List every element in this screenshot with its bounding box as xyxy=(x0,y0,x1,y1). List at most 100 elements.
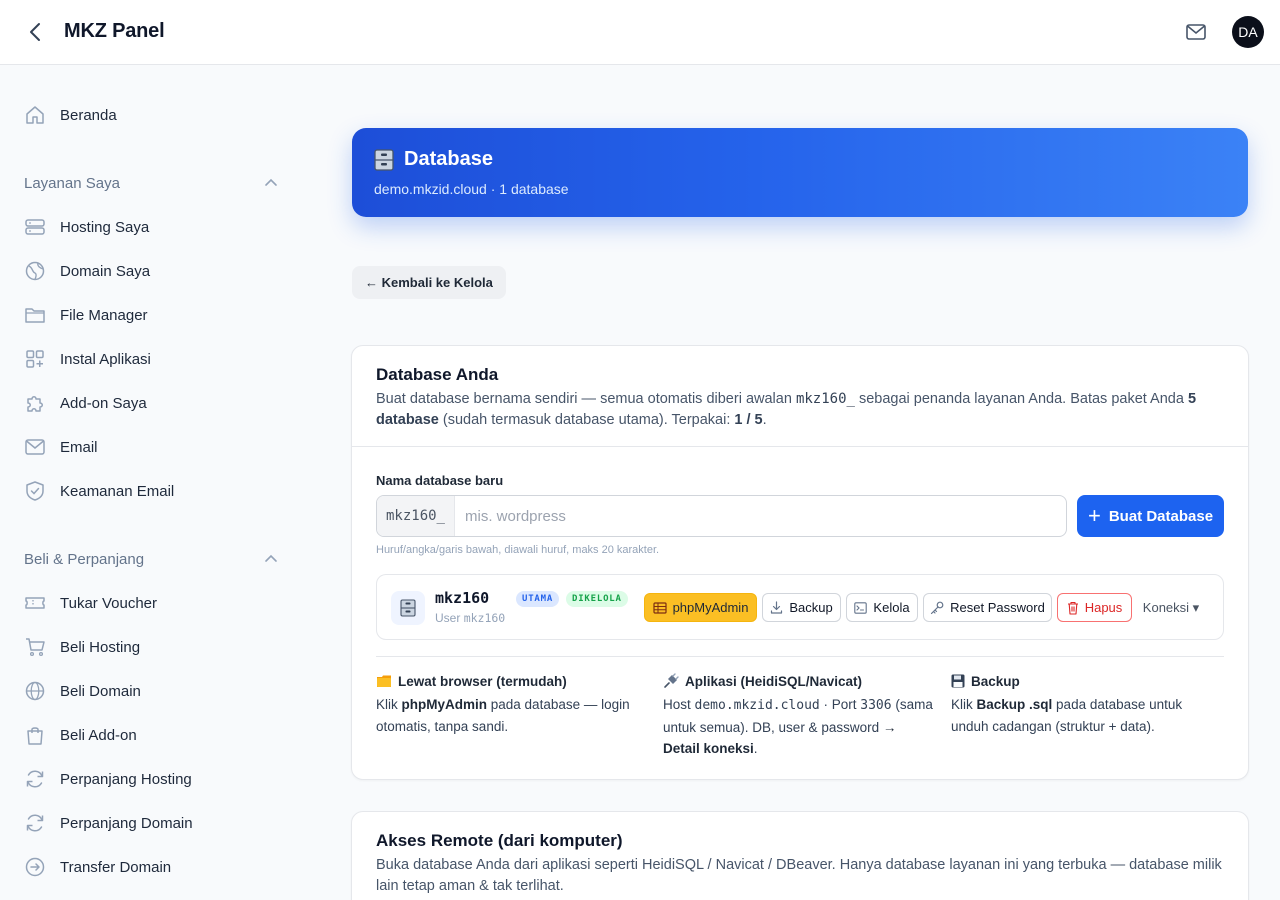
sidebar-item-addon-saya[interactable]: Add-on Saya xyxy=(24,390,147,416)
reset-password-button[interactable]: Reset Password xyxy=(923,593,1052,622)
database-user: User mkz160 xyxy=(435,611,505,625)
connection-dropdown[interactable]: Koneksi ▾ xyxy=(1139,593,1203,622)
desc-prefix: mkz160_ xyxy=(795,391,855,407)
tip-strong: phpMyAdmin xyxy=(401,697,488,712)
sidebar-item-label: Beranda xyxy=(60,106,117,124)
sidebar-item-beli-addon[interactable]: Beli Add-on xyxy=(24,722,137,748)
section-label: Beli & Perpanjang xyxy=(24,550,145,568)
page-title-row: Database xyxy=(374,148,493,171)
sidebar-item-label: Instal Aplikasi xyxy=(60,350,151,368)
chevron-up-icon xyxy=(264,554,278,564)
puzzle-icon xyxy=(24,392,46,414)
sidebar-item-file-manager[interactable]: File Manager xyxy=(24,302,148,328)
tip-text: Klik xyxy=(376,697,402,712)
button-label: Kelola xyxy=(873,600,910,615)
database-name: mkz160 xyxy=(435,589,490,607)
tip-host: demo.mkzid.cloud xyxy=(694,698,820,713)
sidebar-item-label: Hosting Saya xyxy=(60,218,150,236)
shopping-bag-icon xyxy=(24,724,46,746)
sidebar-item-label: Beli Hosting xyxy=(60,638,141,656)
globe-icon xyxy=(24,680,46,702)
cart-icon xyxy=(24,636,46,658)
sidebar-item-beli-hosting[interactable]: Beli Hosting xyxy=(24,634,140,660)
arrow-circle-right-icon xyxy=(24,856,46,878)
avatar[interactable]: DA xyxy=(1232,16,1264,48)
mail-icon[interactable] xyxy=(1185,22,1207,42)
folder-icon xyxy=(24,304,46,326)
tip-text: Host xyxy=(663,697,695,712)
ticket-icon xyxy=(24,592,46,614)
shield-check-icon xyxy=(24,480,46,502)
desc-text: Buat database bernama sendiri — semua ot… xyxy=(376,391,796,407)
button-label: phpMyAdmin xyxy=(672,600,749,615)
sidebar-item-label: Transfer Domain xyxy=(60,858,172,876)
card-title: Akses Remote (dari komputer) xyxy=(376,831,623,850)
sidebar-item-keamanan-email[interactable]: Keamanan Email xyxy=(24,478,174,504)
app-title: MKZ Panel xyxy=(64,20,165,42)
badge-managed: DIKELOLA xyxy=(566,591,628,607)
refresh-icon xyxy=(24,768,46,790)
section-layanan-saya[interactable]: Layanan Saya xyxy=(24,172,278,194)
tip-browser: Lewat browser (termudah) Klik phpMyAdmin… xyxy=(376,672,646,737)
page-title: Database xyxy=(404,148,493,170)
tip-backup: Backup Klik Backup .sql pada database un… xyxy=(951,672,1221,737)
sidebar-item-tukar-voucher[interactable]: Tukar Voucher xyxy=(24,590,157,616)
page-header-banner: Database demo.mkzid.cloud · 1 database xyxy=(352,128,1248,217)
backup-button[interactable]: Backup xyxy=(762,593,841,622)
tip-title-text: Aplikasi (HeidiSQL/Navicat) xyxy=(685,673,863,689)
server-icon xyxy=(24,216,46,238)
field-hint: Huruf/angka/garis bawah, diawali huruf, … xyxy=(376,544,660,556)
plus-icon: + xyxy=(1087,503,1101,528)
back-to-manage-button[interactable]: ← Kembali ke Kelola xyxy=(352,266,506,299)
databases-card: Database Anda Buat database bernama send… xyxy=(351,345,1249,780)
tip-title: Lewat browser (termudah) xyxy=(376,672,646,690)
card-description: Buka database Anda dari aplikasi seperti… xyxy=(376,857,1222,894)
sidebar-item-domain-saya[interactable]: Domain Saya xyxy=(24,258,150,284)
delete-button[interactable]: Hapus xyxy=(1057,593,1132,622)
sidebar-item-perpanjang-hosting[interactable]: Perpanjang Hosting xyxy=(24,766,192,792)
sidebar-item-instal-aplikasi[interactable]: Instal Aplikasi xyxy=(24,346,151,372)
manage-button[interactable]: Kelola xyxy=(846,593,918,622)
sidebar-item-beranda[interactable]: Beranda xyxy=(24,102,117,128)
database-name-input[interactable] xyxy=(455,496,1066,536)
tip-title-text: Backup xyxy=(971,673,1020,689)
field-label: Nama database baru xyxy=(376,473,504,488)
phpmyadmin-button[interactable]: phpMyAdmin xyxy=(644,593,757,622)
create-database-button[interactable]: + Buat Database xyxy=(1077,495,1224,537)
back-arrow-icon[interactable] xyxy=(24,20,46,44)
database-row: mkz160 UTAMA DIKELOLA User mkz160 phpMyA… xyxy=(376,574,1224,640)
button-label: Buat Database xyxy=(1108,507,1214,525)
home-icon xyxy=(24,104,46,126)
tip-application: Aplikasi (HeidiSQL/Navicat) Host demo.mk… xyxy=(663,672,933,760)
sidebar-item-label: Tukar Voucher xyxy=(60,594,157,612)
tip-body: Host demo.mkzid.cloud · Port 3306 (sama … xyxy=(663,694,933,760)
sidebar-item-label: Add-on Saya xyxy=(60,394,147,412)
section-beli-perpanjang[interactable]: Beli & Perpanjang xyxy=(24,548,278,570)
divider xyxy=(376,656,1224,657)
page-subtitle: demo.mkzid.cloud · 1 database xyxy=(374,181,569,197)
tip-title: Aplikasi (HeidiSQL/Navicat) xyxy=(663,672,933,690)
tip-port: 3306 xyxy=(860,698,892,713)
sidebar-item-transfer-domain[interactable]: Transfer Domain xyxy=(24,854,171,880)
desc-text: . xyxy=(762,412,767,428)
sidebar: Beranda Layanan Saya Hosting Saya Domain… xyxy=(0,65,300,900)
top-bar: MKZ Panel DA xyxy=(0,0,1280,65)
tip-strong: Backup .sql xyxy=(976,697,1053,712)
sidebar-item-hosting-saya[interactable]: Hosting Saya xyxy=(24,214,149,240)
floppy-disk-icon xyxy=(951,674,965,688)
sidebar-item-beli-domain[interactable]: Beli Domain xyxy=(24,678,141,704)
tip-text: Klik xyxy=(951,697,977,712)
desc-text: sebagai penanda layanan Anda. Batas pake… xyxy=(854,391,1188,407)
sidebar-item-label: Domain Saya xyxy=(60,262,151,280)
user-value: mkz160 xyxy=(463,611,506,625)
file-cabinet-icon xyxy=(374,148,394,171)
section-label: Layanan Saya xyxy=(24,174,120,192)
divider xyxy=(352,446,1248,447)
table-icon xyxy=(652,601,667,614)
sidebar-item-perpanjang-domain[interactable]: Perpanjang Domain xyxy=(24,810,193,836)
card-title: Database Anda xyxy=(376,365,499,384)
desc-text: (sudah termasuk database utama). Terpaka… xyxy=(438,412,735,428)
sidebar-item-email[interactable]: Email xyxy=(24,434,98,460)
database-prefix: mkz160_ xyxy=(377,496,455,536)
tip-text: . xyxy=(753,741,758,756)
